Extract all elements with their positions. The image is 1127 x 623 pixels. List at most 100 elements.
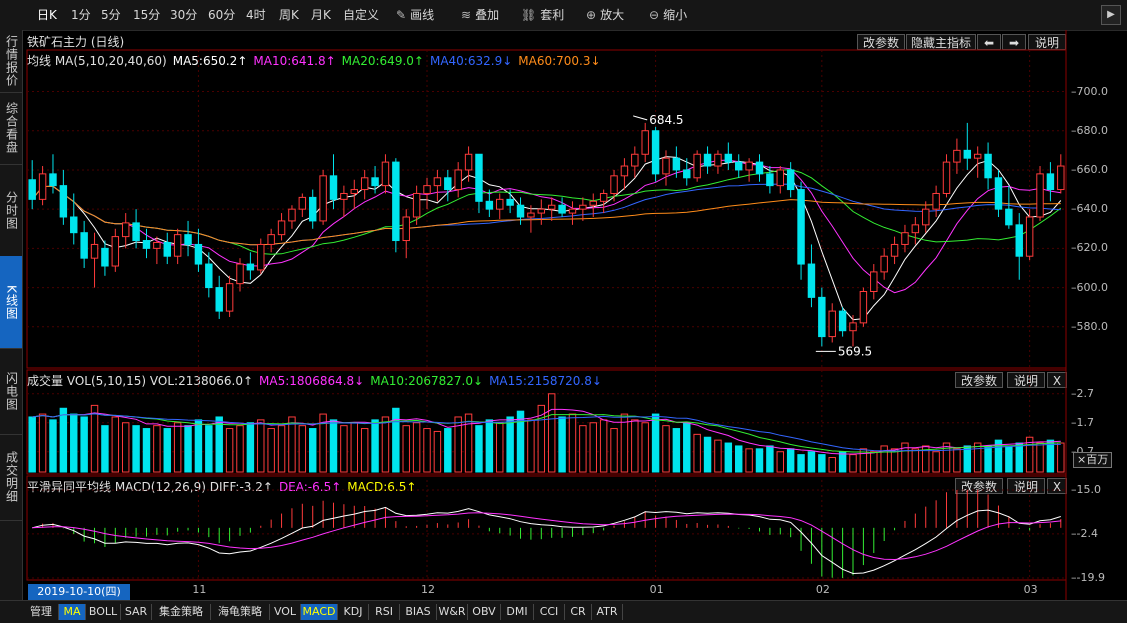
volume-bar	[412, 422, 421, 473]
candle-body	[1046, 173, 1055, 191]
candle-body	[901, 232, 909, 245]
volume-bar	[309, 428, 317, 473]
indicator-tab-5[interactable]: 海龟策略	[211, 604, 270, 620]
candle-body	[121, 222, 130, 238]
candle-body	[672, 157, 681, 171]
candle-body	[1005, 208, 1013, 226]
low-price-label: 569.5	[838, 344, 872, 358]
y-tick-label: –1.7	[1071, 415, 1094, 429]
candle-body	[90, 243, 99, 259]
volume-bar	[776, 451, 784, 473]
volume-bar	[142, 428, 151, 473]
month-tick-label: 03	[1023, 583, 1038, 596]
volume-bar	[547, 393, 556, 473]
y-tick-label: –620.0	[1071, 241, 1108, 255]
candle-body	[745, 161, 753, 171]
candle-body	[101, 247, 109, 267]
candle-body	[184, 234, 192, 245]
volume-bar	[1057, 442, 1065, 473]
volume-bar	[496, 422, 504, 473]
candle-body	[257, 243, 265, 271]
candle-body	[1025, 216, 1034, 257]
indicator-tab-13[interactable]: DMI	[501, 604, 534, 620]
candle-body	[215, 287, 223, 312]
macd-diff-line	[32, 506, 1061, 575]
macd-panel-frame	[26, 475, 1067, 581]
volume-bar	[714, 439, 722, 473]
candle-body	[381, 161, 390, 187]
volume-bar	[651, 413, 660, 473]
volume-bar	[662, 425, 670, 473]
volume-bar	[506, 416, 514, 473]
candle-body	[547, 204, 556, 210]
volume-bar	[911, 448, 920, 473]
candle-body	[163, 241, 171, 257]
candle-body	[319, 175, 327, 222]
volume-bar	[942, 442, 951, 473]
y-tick-label: –-19.9	[1071, 571, 1105, 584]
indicator-tab-11[interactable]: W&R	[437, 604, 468, 620]
volume-bar	[579, 425, 587, 473]
candle-body	[309, 196, 317, 222]
candle-body	[631, 153, 639, 167]
indicator-tab-2[interactable]: BOLL	[86, 604, 121, 620]
candle-body	[433, 177, 442, 187]
candle-body	[880, 255, 888, 273]
candle-body	[683, 169, 691, 179]
indicator-tab-12[interactable]: OBV	[468, 604, 501, 620]
kline-chart[interactable]: 684.5 569.5	[0, 0, 1127, 622]
candle-body	[776, 169, 784, 187]
volume-bar	[70, 413, 78, 473]
volume-bar	[818, 454, 826, 473]
indicator-tab-6[interactable]: VOL	[270, 604, 301, 620]
candle-body	[558, 204, 566, 214]
candle-body	[205, 263, 213, 289]
volume-bar	[558, 416, 566, 473]
indicator-tab-0[interactable]: 管理	[24, 604, 59, 620]
volume-bar	[59, 407, 68, 473]
candle-body	[402, 216, 410, 242]
y-tick-label: –660.0	[1071, 162, 1108, 176]
candle-body	[620, 165, 629, 177]
volume-bar	[475, 425, 483, 473]
indicator-tab-4[interactable]: 集金策略	[152, 604, 211, 620]
indicator-tab-7[interactable]: MACD	[301, 604, 338, 620]
candle-body	[444, 177, 452, 191]
candle-body	[932, 192, 940, 210]
candle-body	[724, 153, 733, 163]
indicator-tab-10[interactable]: BIAS	[400, 604, 437, 620]
candle-body	[714, 153, 722, 167]
volume-bar	[973, 442, 982, 473]
volume-bar	[392, 407, 400, 473]
candle-body	[828, 310, 836, 338]
candle-body	[579, 204, 587, 210]
month-tick-label: 12	[421, 583, 435, 596]
indicator-tab-1[interactable]: MA	[59, 604, 86, 620]
volume-bar	[111, 416, 120, 473]
candle-body	[277, 220, 286, 236]
candle-body	[59, 185, 68, 218]
indicator-tab-3[interactable]: SAR	[121, 604, 152, 620]
candle-body	[485, 200, 494, 210]
volume-bar	[932, 451, 940, 473]
candle-body	[599, 192, 608, 202]
selected-date-label: 2019-10-10(四)	[28, 584, 130, 600]
volume-bar	[849, 454, 857, 473]
indicator-tab-15[interactable]: CR	[565, 604, 592, 620]
volume-bar	[173, 422, 182, 473]
volume-bar	[444, 428, 452, 473]
volume-bar	[1005, 445, 1013, 473]
indicator-tab-14[interactable]: CCI	[534, 604, 565, 620]
volume-bar	[766, 445, 774, 473]
candle-body	[1036, 173, 1044, 218]
candle-body	[703, 153, 712, 167]
indicator-tab-8[interactable]: KDJ	[338, 604, 369, 620]
indicator-tab-16[interactable]: ATR	[592, 604, 623, 620]
candle-body	[267, 234, 275, 245]
candle-body	[818, 296, 826, 338]
candle-body	[49, 173, 57, 187]
candle-body	[392, 161, 400, 242]
volume-bar	[599, 419, 608, 473]
y-tick-label: –680.0	[1071, 123, 1108, 137]
indicator-tab-9[interactable]: RSI	[369, 604, 400, 620]
